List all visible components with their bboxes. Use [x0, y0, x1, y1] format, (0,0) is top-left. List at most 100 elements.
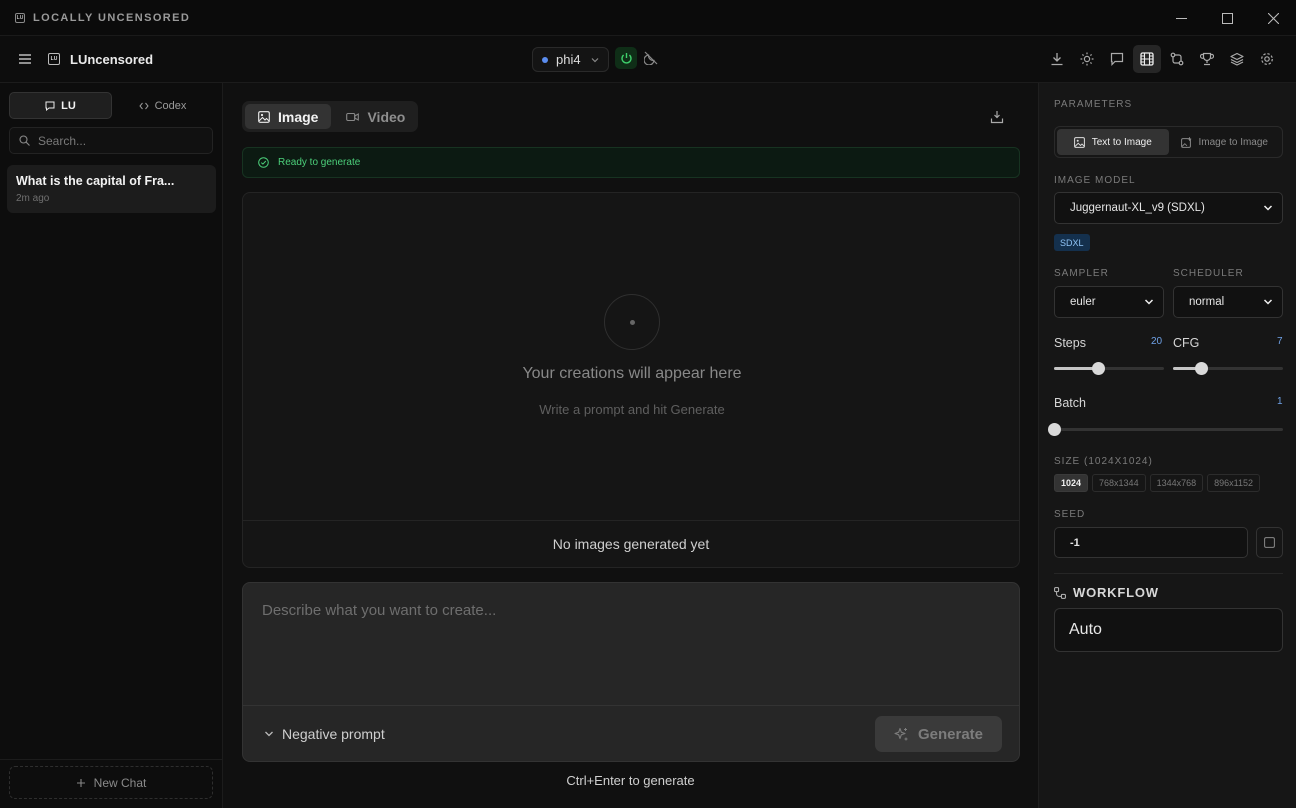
- prompt-input[interactable]: [262, 602, 1002, 692]
- tab-label: Codex: [154, 99, 187, 112]
- gear-icon: [1261, 53, 1273, 65]
- seed-input[interactable]: -1: [1054, 527, 1248, 558]
- power-button[interactable]: [615, 47, 637, 69]
- batch-slider-thumb[interactable]: [1048, 423, 1061, 436]
- mode-label: Text to Image: [1091, 136, 1152, 148]
- size-presets: 1024 768x1344 1344x768 896x1152: [1054, 474, 1260, 492]
- randomize-seed-button[interactable]: [1256, 527, 1283, 558]
- cfg-slider-thumb[interactable]: [1194, 362, 1208, 375]
- download-tray-icon: [990, 111, 1004, 124]
- chevron-down-icon: [1144, 299, 1154, 305]
- unload-button[interactable]: [641, 48, 661, 68]
- film-icon: [1140, 52, 1154, 66]
- maximize-button[interactable]: [1204, 0, 1250, 36]
- workflow-value: Auto: [1069, 621, 1102, 638]
- download-icon: [1051, 53, 1063, 66]
- size-chip-896x1152[interactable]: 896x1152: [1207, 474, 1260, 492]
- gallery-footer-text: No images generated yet: [552, 536, 710, 552]
- scheduler-select[interactable]: normal: [1173, 286, 1283, 318]
- title-bar: LU LOCALLY UNCENSORED: [0, 0, 1296, 36]
- workflow-heading: WORKFLOW: [1054, 585, 1159, 600]
- cfg-slider[interactable]: [1173, 362, 1283, 375]
- tab-video[interactable]: Video: [333, 104, 418, 129]
- chevron-down-icon: [591, 58, 599, 63]
- hamburger-icon: [19, 54, 31, 64]
- seed-value: -1: [1070, 536, 1080, 549]
- empty-state-subtitle: Write a prompt and hit Generate: [539, 402, 725, 417]
- menu-button[interactable]: [18, 52, 32, 66]
- tab-lu[interactable]: LU: [9, 92, 112, 119]
- empty-state-title: Your creations will appear here: [522, 365, 742, 382]
- workflow-select[interactable]: Auto: [1054, 608, 1283, 652]
- moon-off-icon: [644, 51, 658, 65]
- negative-prompt-toggle[interactable]: Negative prompt: [264, 726, 385, 742]
- cfg-label: CFG: [1173, 336, 1200, 350]
- top-header: LU LUncensored phi4: [0, 36, 1296, 83]
- workflow-icon: [1054, 586, 1066, 599]
- check-circle-icon: [258, 157, 269, 168]
- generation-mode-switch: Text to Image Image to Image: [1054, 126, 1283, 158]
- steps-slider[interactable]: [1054, 362, 1164, 375]
- download-button[interactable]: [1043, 45, 1071, 73]
- tab-codex[interactable]: Codex: [112, 92, 213, 119]
- status-text: Ready to generate: [278, 157, 361, 168]
- chevron-down-icon: [1263, 299, 1273, 305]
- sampler-value: euler: [1070, 296, 1096, 308]
- empty-state-icon: [604, 294, 660, 350]
- parameters-panel: PARAMETERS Text to Image Image to Image …: [1038, 83, 1296, 808]
- save-all-button[interactable]: [990, 110, 1004, 124]
- tab-text-to-image[interactable]: Text to Image: [1057, 129, 1169, 155]
- minimize-button[interactable]: [1158, 0, 1204, 36]
- minimize-icon: [1175, 17, 1187, 19]
- image-model-value: Juggernaut-XL_v9 (SDXL): [1070, 202, 1205, 214]
- app-name: LUncensored: [70, 52, 154, 67]
- close-icon: [1267, 12, 1279, 24]
- keyboard-hint: Ctrl+Enter to generate: [566, 773, 695, 788]
- size-chip-1024[interactable]: 1024: [1054, 474, 1089, 492]
- new-chat-button[interactable]: New Chat: [9, 766, 213, 799]
- tab-label: Video: [367, 108, 406, 125]
- theme-button[interactable]: [1073, 45, 1101, 73]
- create-view: Image Video Ready to generate Your creat…: [223, 83, 1038, 808]
- search-input[interactable]: [38, 133, 198, 148]
- image-icon: [1073, 136, 1085, 148]
- model-selector[interactable]: phi4: [532, 47, 609, 72]
- prompt-footer: Negative prompt Generate: [243, 705, 1019, 761]
- steps-value: 20: [1151, 336, 1163, 347]
- size-chip-1344x768[interactable]: 1344x768: [1149, 474, 1204, 492]
- model-name: phi4: [556, 52, 581, 67]
- models-button[interactable]: [1223, 45, 1251, 73]
- image-model-select[interactable]: Juggernaut-XL_v9 (SDXL): [1054, 192, 1283, 224]
- tab-image[interactable]: Image: [245, 104, 332, 129]
- benchmark-button[interactable]: [1193, 45, 1221, 73]
- scheduler-value: normal: [1189, 296, 1225, 308]
- compare-button[interactable]: [1163, 45, 1191, 73]
- chat-button[interactable]: [1103, 45, 1131, 73]
- workflow-heading-text: WORKFLOW: [1073, 585, 1159, 600]
- steps-slider-thumb[interactable]: [1092, 362, 1105, 375]
- window-title: LOCALLY UNCENSORED: [33, 11, 191, 24]
- size-chip-768x1344[interactable]: 768x1344: [1092, 474, 1146, 492]
- new-chat-label: New Chat: [93, 775, 147, 790]
- empty-state-dot: [629, 319, 635, 325]
- chat-list-item[interactable]: What is the capital of Fra... 2m ago: [7, 165, 216, 213]
- trophy-icon: [1200, 52, 1214, 66]
- sampler-select[interactable]: euler: [1054, 286, 1164, 318]
- seed-heading: SEED: [1054, 509, 1086, 520]
- chat-timestamp: 2m ago: [16, 193, 50, 204]
- create-button[interactable]: [1133, 45, 1161, 73]
- generate-label: Generate: [917, 725, 984, 743]
- search-icon: [19, 135, 30, 146]
- batch-slider[interactable]: [1048, 423, 1283, 436]
- settings-button[interactable]: [1253, 45, 1281, 73]
- search-box: [9, 127, 213, 154]
- app-logo-icon: LU: [48, 53, 60, 65]
- generate-button[interactable]: Generate: [875, 716, 1002, 752]
- compare-icon: [1170, 52, 1184, 66]
- image-icon: [258, 110, 270, 123]
- tab-image-to-image[interactable]: Image to Image: [1169, 129, 1281, 155]
- image-plus-icon: [1180, 136, 1191, 148]
- negative-prompt-label: Negative prompt: [282, 726, 385, 742]
- chat-icon: [45, 101, 55, 111]
- close-button[interactable]: [1250, 0, 1296, 36]
